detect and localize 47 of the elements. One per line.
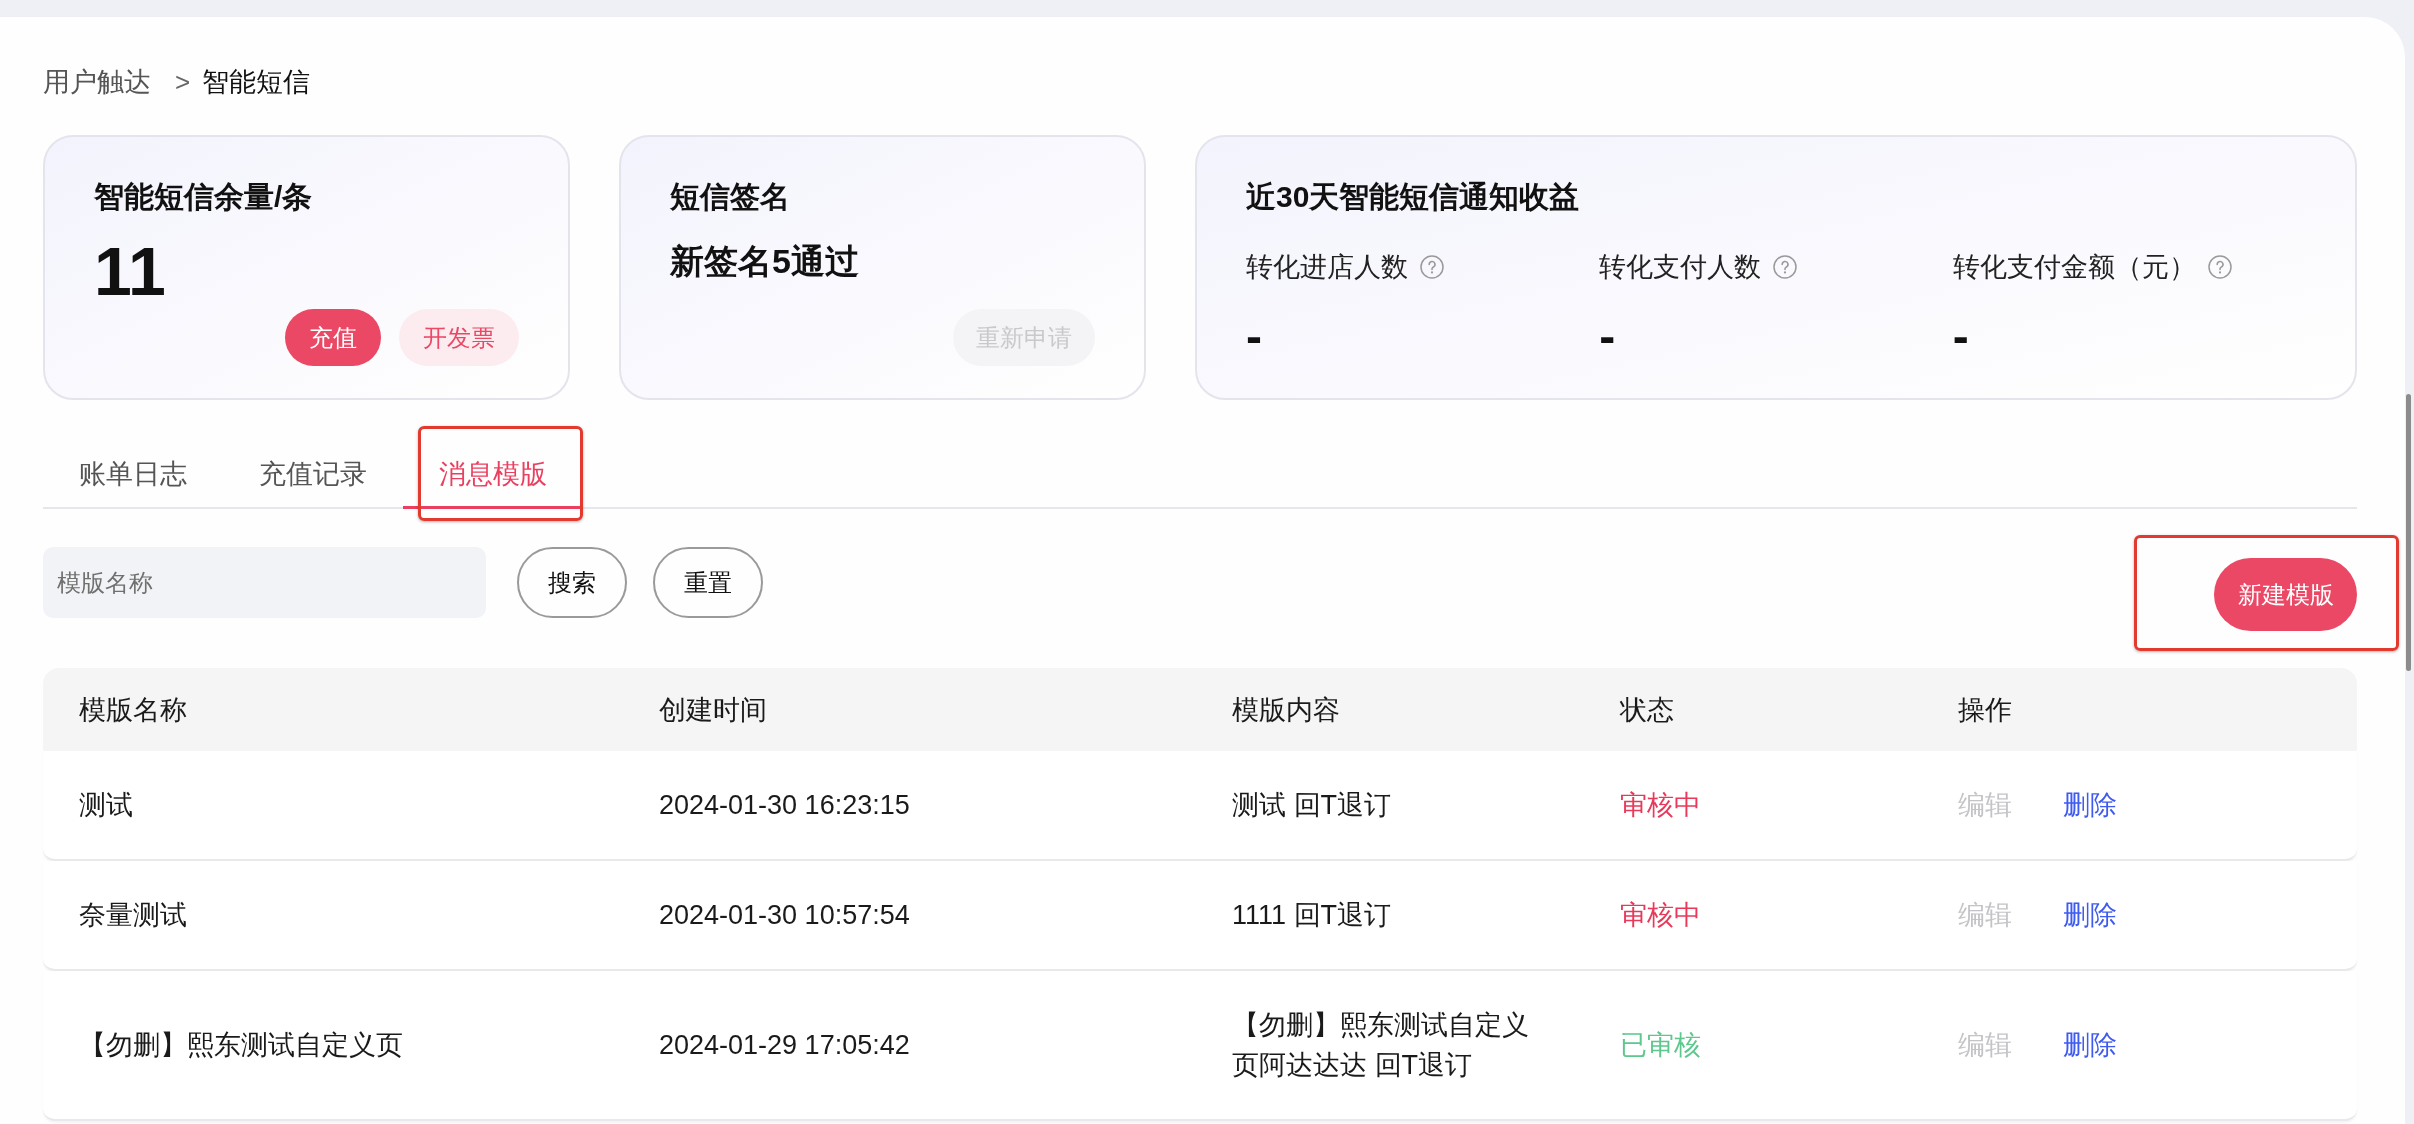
tab[interactable]: 充值记录: [223, 440, 403, 509]
status-label: 审核中: [1620, 790, 1701, 820]
action-link[interactable]: 删除: [2063, 1025, 2117, 1065]
column-header: 模版内容: [1232, 694, 1340, 725]
status-label: 审核中: [1620, 900, 1701, 930]
help-icon[interactable]: [1773, 255, 1798, 279]
breadcrumb-item: 智能短信: [202, 65, 311, 99]
search-button[interactable]: 搜索: [517, 547, 627, 618]
column-header: 创建时间: [659, 694, 767, 725]
status-label: 已审核: [1620, 1030, 1701, 1060]
table-cell-text: 1111 回T退订: [1232, 899, 1392, 932]
breadcrumb-separator: >: [175, 65, 191, 99]
metric-value: -: [1952, 313, 1969, 361]
tab[interactable]: 账单日志: [43, 440, 223, 509]
action-link[interactable]: 删除: [2063, 785, 2117, 825]
balance-value: 11: [94, 237, 167, 305]
table-cell-text: 测试 回T退订: [1232, 789, 1391, 822]
card-title: 近30天智能短信通知收益: [1246, 179, 1581, 215]
reset-button[interactable]: 重置: [653, 547, 763, 618]
table-cell-text: 2024-01-30 16:23:15: [659, 789, 910, 822]
tab[interactable]: 消息模版: [403, 440, 583, 509]
metric-value: -: [1246, 313, 1262, 361]
create-template-button[interactable]: 新建模版: [2214, 558, 2357, 631]
metric-value: -: [1599, 313, 1616, 361]
scrollbar-thumb[interactable]: [2406, 394, 2411, 671]
action-link[interactable]: 删除: [2063, 895, 2117, 935]
card-title: 短信签名: [670, 179, 791, 215]
column-header: 状态: [1620, 694, 1674, 725]
help-icon[interactable]: [2207, 255, 2232, 279]
invoice-button[interactable]: 开发票: [399, 309, 519, 366]
table-cell-text: 2024-01-29 17:05:42: [659, 1029, 910, 1062]
recharge-button[interactable]: 充值: [285, 309, 381, 366]
metric-label: 转化进店人数: [1246, 251, 1408, 284]
metric-label: 转化支付人数: [1599, 251, 1762, 284]
table-cell-text: 奈量测试: [79, 899, 187, 932]
search-field[interactable]: 模版名称: [43, 547, 486, 618]
table-cell-text: 测试: [79, 789, 133, 822]
column-header: 模版名称: [79, 694, 187, 725]
metric-label: 转化支付金额（元）: [1952, 251, 2196, 284]
help-icon[interactable]: [1420, 255, 1444, 279]
column-header: 操作: [1958, 694, 2012, 725]
breadcrumb-item[interactable]: 用户触达: [43, 61, 151, 103]
card-title: 智能短信余量/条: [94, 179, 314, 215]
table-cell-text: 【勿删】熙东测试自定义页阿达达达 回T退订: [1232, 1009, 1530, 1082]
signature-status: 新签名5通过: [670, 241, 860, 282]
table-cell-text: 2024-01-30 10:57:54: [659, 899, 910, 932]
table-cell-text: 【勿删】熙东测试自定义页: [79, 1029, 403, 1062]
